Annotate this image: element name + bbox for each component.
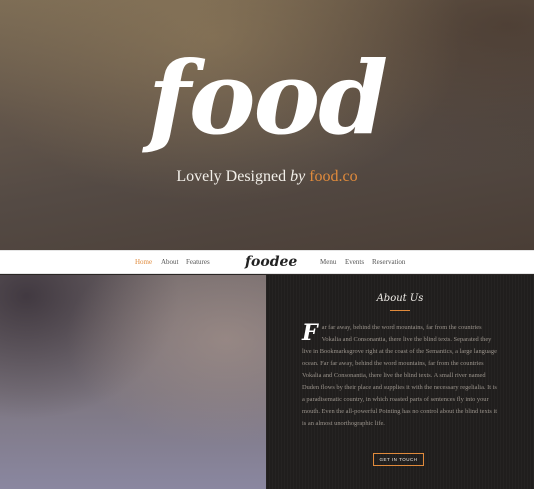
nav-link-menu[interactable]: Menu	[320, 257, 336, 267]
about-dropcap: F	[302, 320, 318, 346]
tagline-text: Lovely Designed	[176, 168, 291, 185]
nav-link-events[interactable]: Events	[345, 257, 364, 267]
nav-logo[interactable]: foodee	[245, 254, 297, 270]
tagline-by: by	[290, 168, 306, 185]
about-body: Far far away, behind the word mountains,…	[302, 322, 498, 430]
nav-link-about[interactable]: About	[161, 257, 179, 267]
hero-title: food	[147, 39, 388, 157]
tagline-brand: food.co	[309, 168, 358, 185]
get-in-touch-button[interactable]: GET IN TOUCH	[373, 453, 424, 466]
about-text: ar far away, behind the word mountains, …	[302, 324, 498, 427]
nav-link-reservation[interactable]: Reservation	[372, 257, 405, 267]
navbar: Home About Features foodee Menu Events R…	[0, 250, 534, 274]
nav-link-home[interactable]: Home	[135, 257, 152, 267]
hero-section: food Lovely Designed by food.co	[0, 0, 534, 250]
about-section: About Us Far far away, behind the word m…	[266, 275, 534, 489]
food-photo	[0, 275, 266, 489]
hero-tagline: Lovely Designed by food.co	[0, 168, 534, 186]
about-divider	[390, 310, 410, 311]
nav-link-features[interactable]: Features	[186, 257, 210, 267]
about-title: About Us	[376, 293, 424, 304]
